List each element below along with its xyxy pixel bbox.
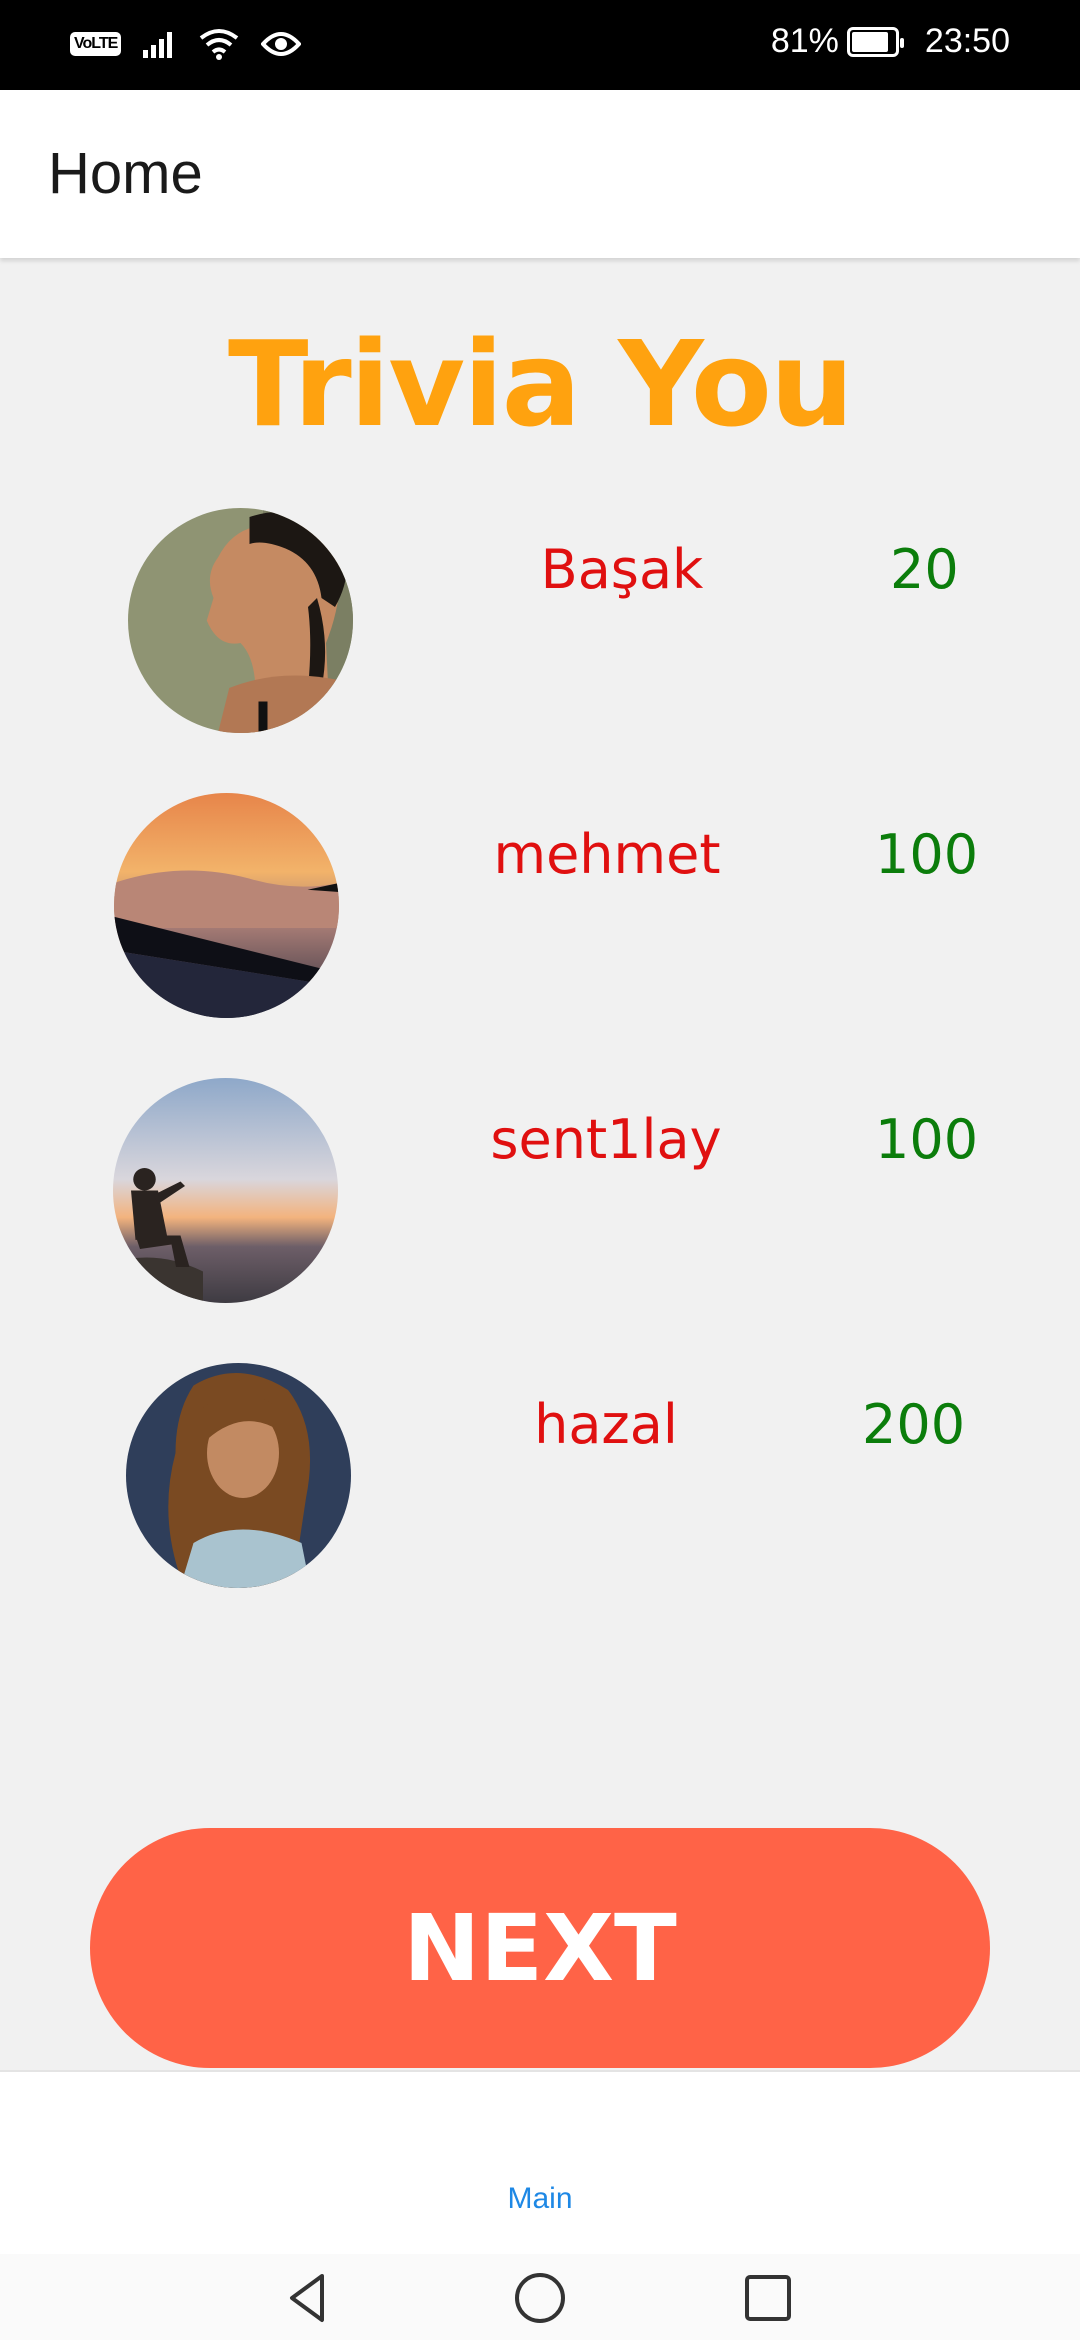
battery-percent: 81%: [770, 22, 839, 60]
recents-icon[interactable]: [738, 2268, 798, 2328]
clock: 23:50: [924, 22, 1010, 60]
next-button[interactable]: NEXT: [90, 1828, 990, 2068]
player-avatar: [126, 1363, 351, 1588]
player-score: 20: [890, 538, 959, 601]
player-name: mehmet: [493, 823, 721, 886]
player-score: 200: [862, 1393, 966, 1456]
player-name: hazal: [534, 1393, 678, 1456]
player-row[interactable]: Başak 20: [0, 508, 1080, 738]
player-row[interactable]: hazal 200: [0, 1363, 1080, 1593]
player-avatar: [114, 793, 339, 1018]
trivia-title: Trivia You: [228, 315, 854, 453]
player-name: Başak: [540, 538, 704, 601]
player-score: 100: [875, 823, 979, 886]
player-avatar: [128, 508, 353, 733]
eye-icon: [261, 32, 302, 56]
status-bar: VoLTE 81% 23:50: [0, 0, 1080, 90]
home-icon[interactable]: [510, 2268, 570, 2328]
wifi-icon: [200, 29, 239, 60]
system-nav-bar: [0, 2254, 1080, 2340]
back-icon[interactable]: [278, 2268, 338, 2328]
player-row[interactable]: mehmet 100: [0, 793, 1080, 1023]
player-avatar: [113, 1078, 338, 1303]
player-name: sent1lay: [490, 1108, 722, 1171]
tab-main[interactable]: Main: [0, 2182, 1080, 2216]
battery-icon: [846, 26, 904, 57]
app-bar: Home: [0, 90, 1080, 258]
status-left: VoLTE: [70, 28, 302, 60]
player-score: 100: [875, 1108, 979, 1171]
volte-icon: VoLTE: [70, 32, 122, 56]
bottom-navigation: Main: [0, 2070, 1080, 2256]
status-right: 81% 23:50: [771, 22, 1010, 61]
player-row[interactable]: sent1lay 100: [0, 1078, 1080, 1308]
signal-icon: [143, 32, 173, 58]
page-title: Home: [48, 141, 203, 206]
